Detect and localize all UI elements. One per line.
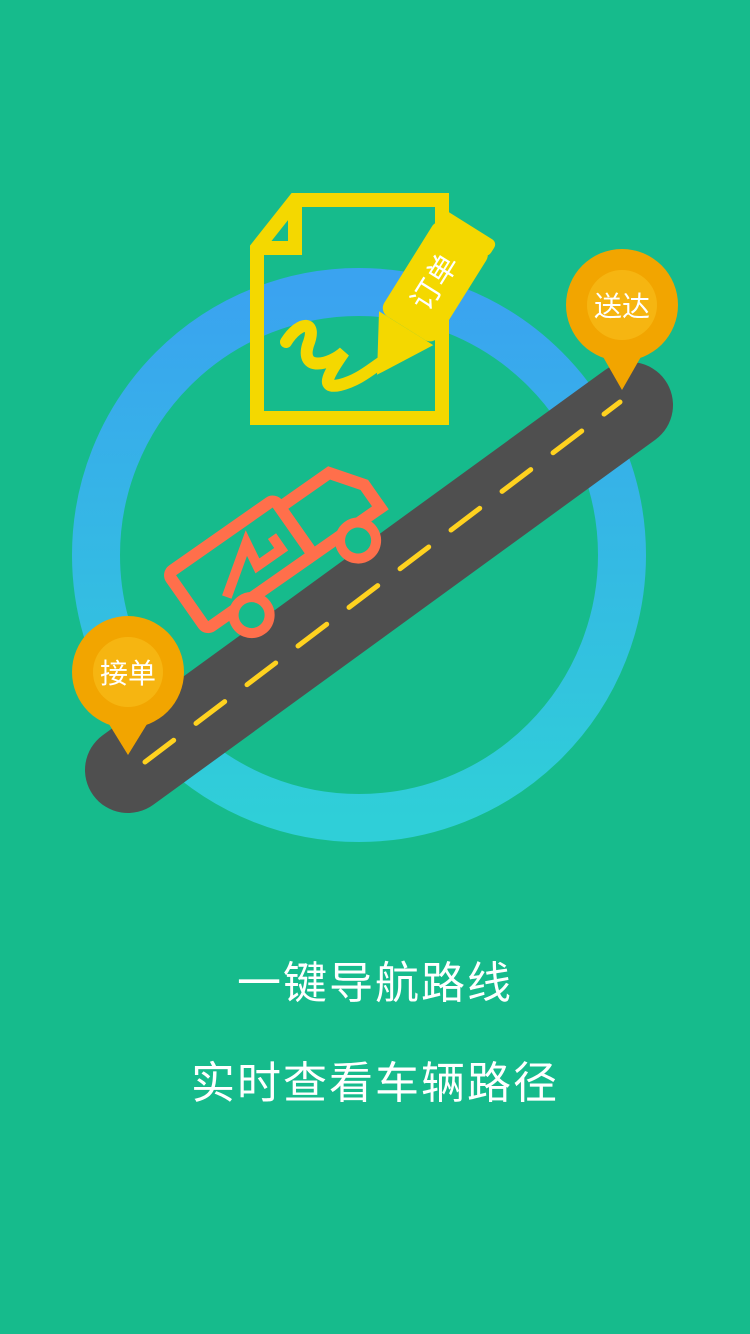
navigation-illustration: 订单 接单 送达 [72,193,678,842]
end-pin: 送达 [566,249,678,390]
onboarding-screen: 订单 接单 送达 一键导航路线 实时查看车辆路径 [0,0,750,1334]
start-pin-label: 接单 [100,657,156,690]
end-pin-label: 送达 [594,290,650,323]
primary-caption: 一键导航路线 [237,958,513,1009]
secondary-caption: 实时查看车辆路径 [191,1058,559,1109]
